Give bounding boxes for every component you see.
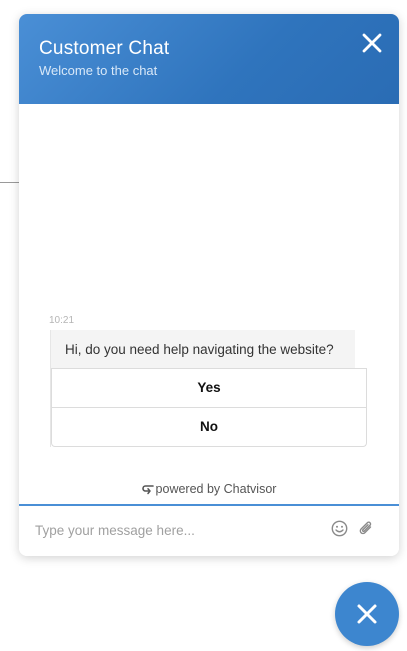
- quick-reply-yes-button[interactable]: Yes: [51, 368, 367, 408]
- message-composer: [19, 504, 399, 556]
- message-text: Hi, do you need help navigating the webs…: [51, 330, 355, 368]
- chat-launcher-button[interactable]: [335, 582, 399, 646]
- message-input[interactable]: [33, 518, 327, 542]
- powered-by-text: powered by Chatvisor: [155, 482, 277, 496]
- close-icon[interactable]: [361, 32, 383, 54]
- message-bubble: Hi, do you need help navigating the webs…: [50, 330, 367, 447]
- chat-header: Customer Chat Welcome to the chat: [19, 14, 399, 104]
- emoji-icon[interactable]: [331, 520, 348, 537]
- powered-by[interactable]: powered by Chatvisor: [19, 482, 399, 498]
- chatvisor-logo-icon: [141, 483, 155, 498]
- message-list[interactable]: 10:21 Hi, do you need help navigating th…: [19, 104, 399, 504]
- paperclip-icon[interactable]: [358, 519, 374, 538]
- close-icon: [357, 604, 377, 624]
- message-timestamp: 10:21: [49, 315, 75, 326]
- chat-window: Customer Chat Welcome to the chat 10:21 …: [19, 14, 399, 556]
- quick-reply-no-button[interactable]: No: [51, 408, 367, 447]
- chat-subtitle: Welcome to the chat: [39, 63, 158, 78]
- chat-title: Customer Chat: [39, 38, 170, 59]
